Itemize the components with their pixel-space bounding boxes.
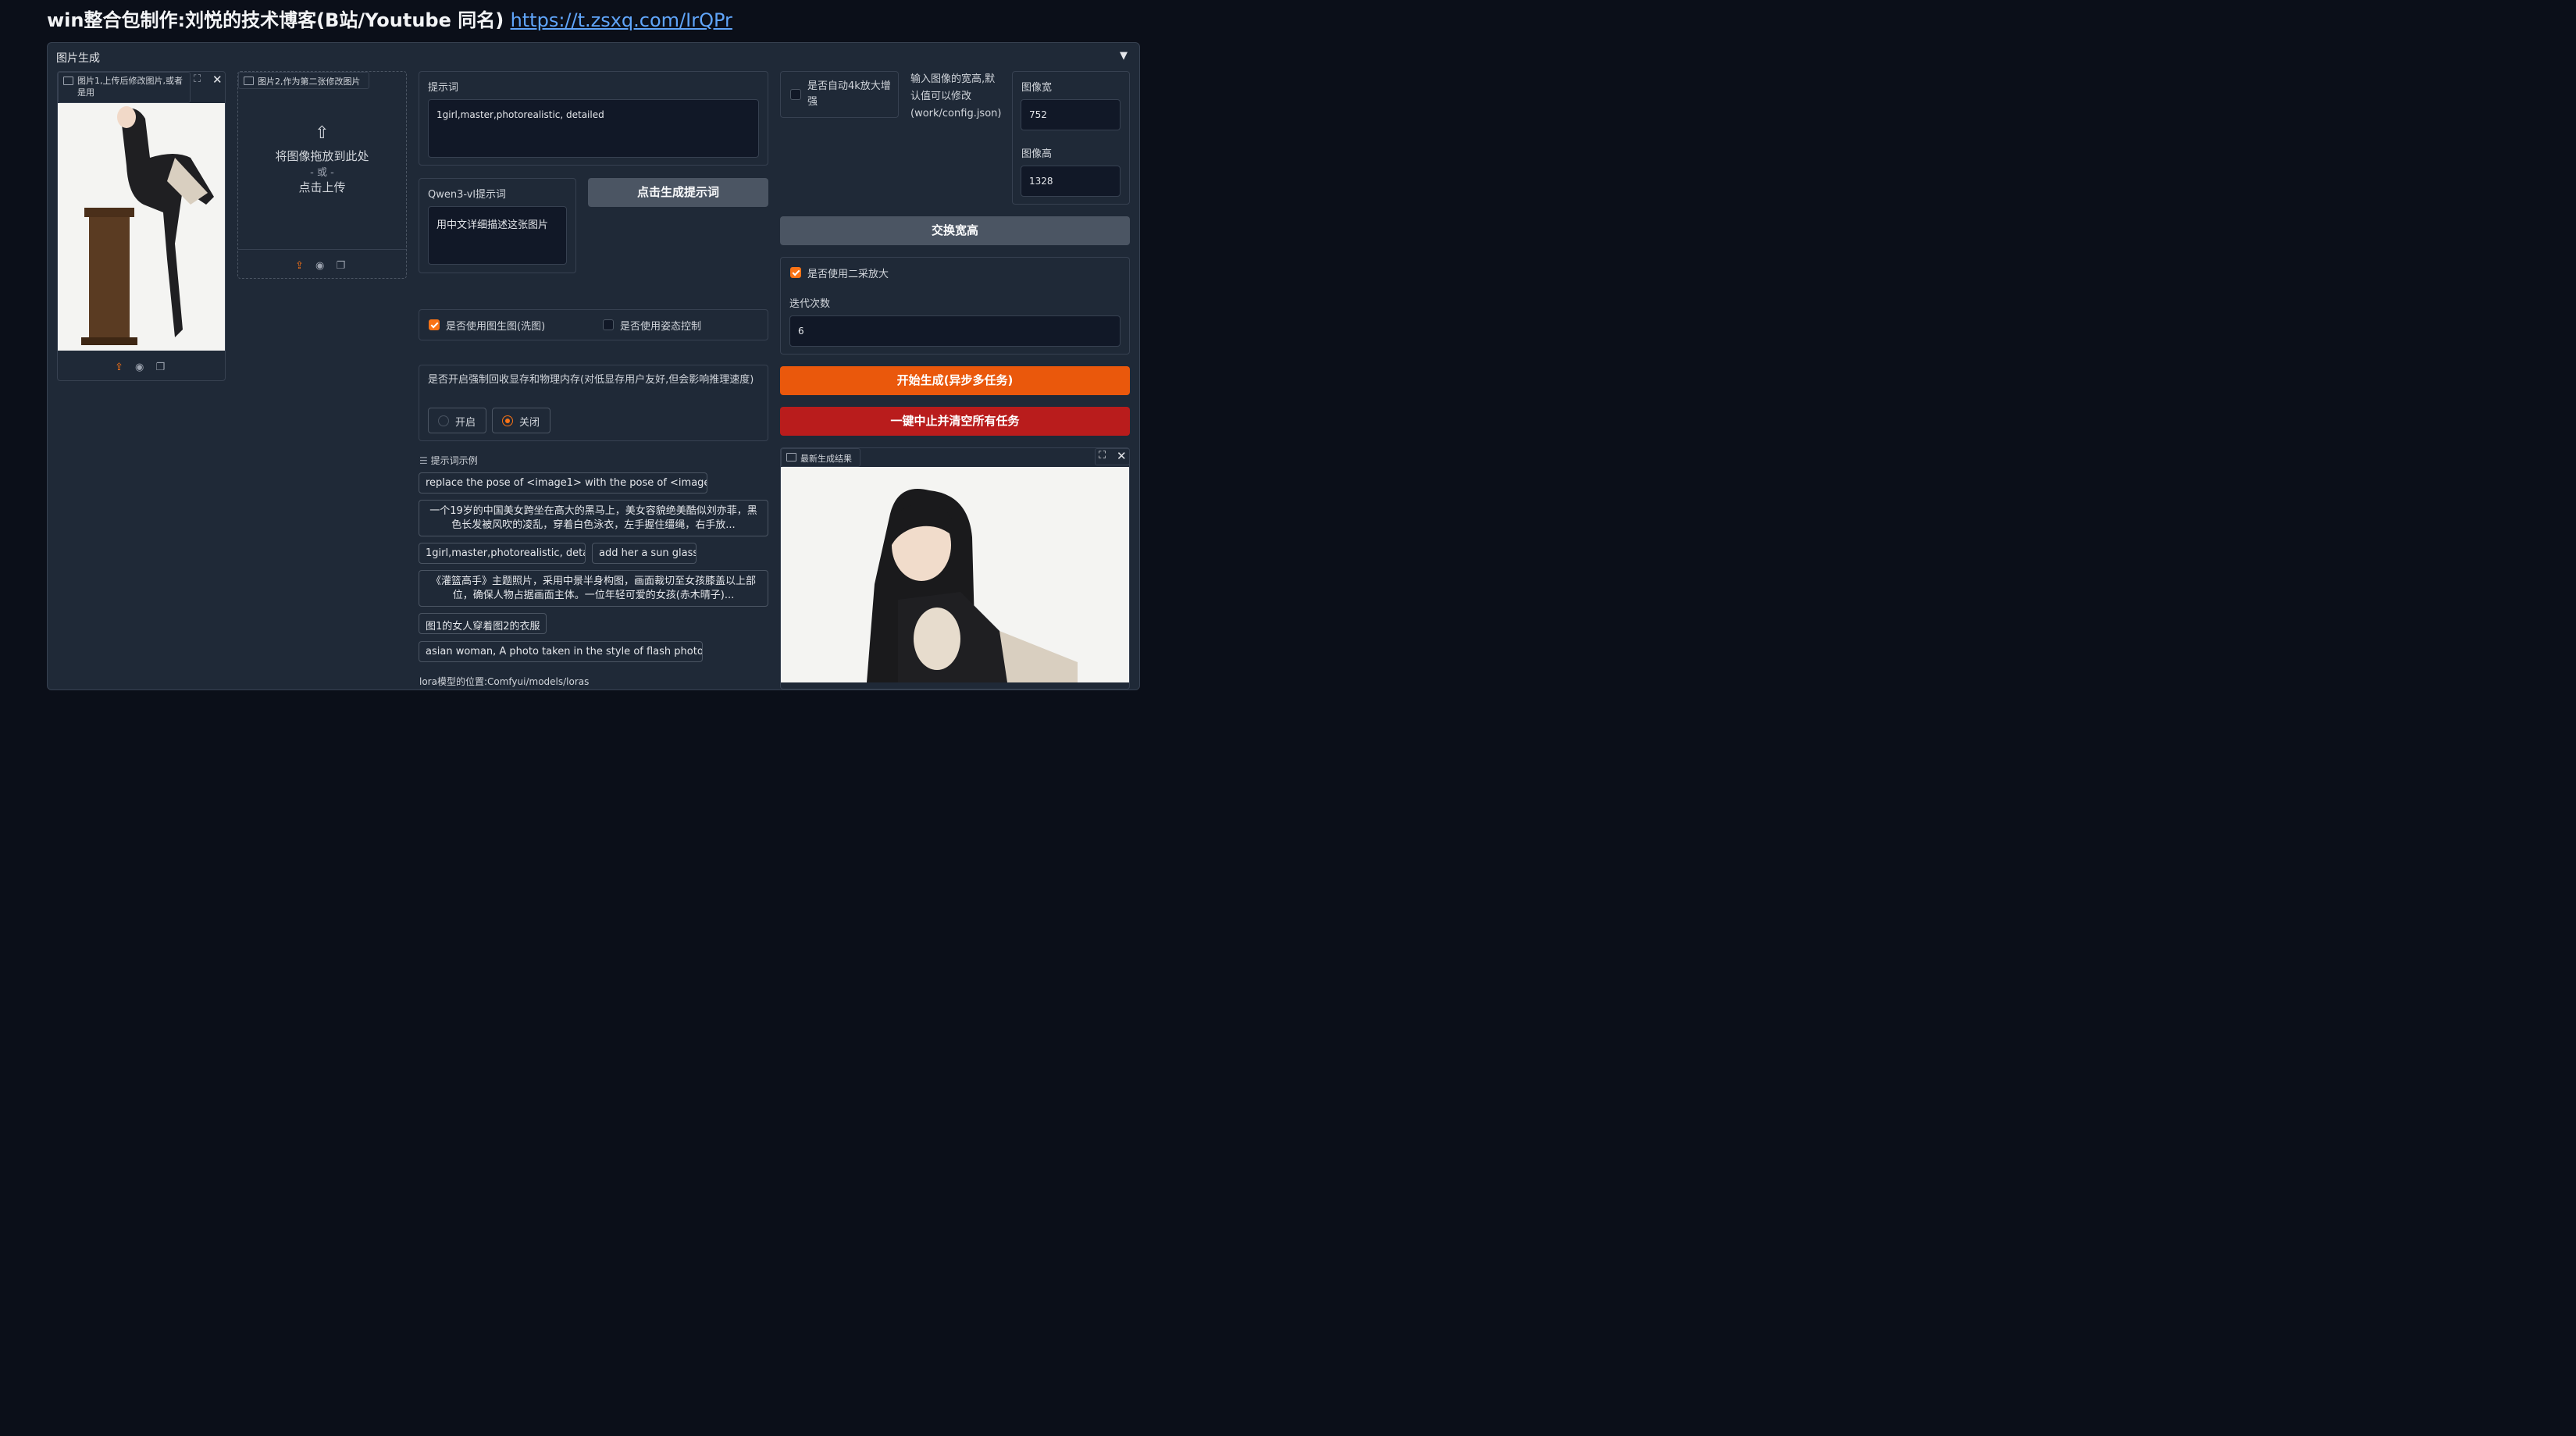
upscale4k-label: 是否自动4k放大增强 (807, 80, 891, 108)
upscale4k-checkbox[interactable] (790, 89, 801, 100)
img2img-label: 是否使用图生图(洗图) (446, 321, 546, 333)
webcam-icon[interactable]: ◉ (135, 362, 144, 373)
page-title: win整合包制作:刘悦的技术博客(B站/Youtube 同名) https://… (47, 5, 732, 32)
prompt-label: 提示词 (428, 82, 459, 94)
example-item[interactable]: add her a sun glasses (592, 543, 697, 564)
stop-all-button[interactable]: 一键中止并清空所有任务 (780, 407, 1130, 436)
drop-text: 将图像拖放到此处 (275, 149, 369, 163)
iterations-label: 迭代次数 (789, 298, 831, 310)
click-upload-text: 点击上传 (298, 180, 346, 194)
pose-checkbox[interactable] (603, 319, 614, 330)
swap-size-button[interactable]: 交换宽高 (780, 216, 1130, 245)
header-link[interactable]: https://t.zsxq.com/IrQPr (511, 9, 732, 31)
list-icon: ☰ (419, 455, 428, 466)
qwen-label: Qwen3-vl提示词 (428, 189, 507, 201)
clipboard-icon[interactable]: ❐ (155, 362, 165, 373)
fullscreen-icon[interactable]: ⛶ (1099, 450, 1106, 461)
second-pass-label: 是否使用二采放大 (807, 269, 889, 280)
title-text: win整合包制作:刘悦的技术博客(B站/Youtube 同名) (47, 9, 504, 31)
image1-preview (58, 103, 225, 351)
upload-arrow-icon: ⇧ (315, 123, 330, 143)
generate-prompt-button[interactable]: 点击生成提示词 (588, 178, 768, 207)
qwen-input[interactable]: 用中文详细描述这张图片 (428, 206, 567, 265)
collapse-icon[interactable]: ▼ (1120, 50, 1128, 62)
memory-label: 是否开启强制回收显存和物理内存(对低显存用户友好,但会影响推理速度) (428, 374, 754, 386)
example-item[interactable]: asian woman, A photo taken in the style … (419, 641, 703, 662)
example-item[interactable]: replace the pose of <image1> with the po… (419, 472, 707, 494)
upload-icon[interactable]: ⇪ (115, 362, 123, 373)
image1-toolbar: ⇪ ◉ ❐ (111, 358, 169, 373)
prompt-input[interactable]: 1girl,master,photorealistic, detailed (428, 99, 759, 158)
upload-icon[interactable]: ⇪ (295, 260, 304, 272)
image2-label: 图片2,作为第二张修改图片 (238, 72, 369, 89)
width-input[interactable]: 752 (1021, 99, 1121, 130)
start-generate-button[interactable]: 开始生成(异步多任务) (780, 366, 1130, 395)
width-label: 图像宽 (1021, 82, 1053, 94)
memory-on-label: 开启 (455, 417, 476, 429)
or-text: - 或 - (310, 167, 334, 179)
image1-label: 图片1,上传后修改图片,或者是用 (58, 72, 191, 103)
examples-header: ☰ 提示词示例 (419, 455, 478, 466)
memory-off-label: 关闭 (519, 417, 540, 429)
example-item[interactable]: 《灌篮高手》主题照片，采用中景半身构图，画面裁切至女孩膝盖以上部位，确保人物占据… (419, 570, 768, 607)
clipboard-icon[interactable]: ❐ (336, 260, 345, 272)
image2-dropzone[interactable]: ⇧ 将图像拖放到此处 - 或 - 点击上传 (238, 123, 406, 195)
memory-on-radio[interactable] (438, 415, 449, 426)
divider (238, 249, 406, 250)
close-icon[interactable]: ✕ (212, 73, 223, 87)
image-icon (244, 77, 254, 85)
result-image (781, 467, 1129, 682)
example-item[interactable]: 一个19岁的中国美女跨坐在高大的黑马上，美女容貌绝美酷似刘亦菲，黑色长发被风吹的… (419, 500, 768, 536)
height-input[interactable]: 1328 (1021, 166, 1121, 197)
panel-title: 图片生成 (56, 52, 100, 65)
result-label: 最新生成结果 (781, 448, 860, 467)
iterations-input[interactable]: 6 (789, 315, 1121, 347)
close-icon[interactable]: ✕ (1117, 449, 1127, 463)
webcam-icon[interactable]: ◉ (315, 260, 324, 272)
image-icon (786, 453, 796, 461)
lora-path-text: lora模型的位置:Comfyui/models/loras (419, 676, 590, 687)
fullscreen-icon[interactable]: ⛶ (194, 73, 201, 85)
size-hint: 输入图像的宽高,默认值可以修改(work/config.json) (910, 73, 1002, 119)
second-pass-checkbox[interactable] (790, 267, 801, 278)
image-icon (63, 77, 73, 85)
memory-off-radio[interactable] (502, 415, 513, 426)
pose-label: 是否使用姿态控制 (620, 321, 702, 333)
img2img-checkbox[interactable] (429, 319, 440, 330)
example-item[interactable]: 1girl,master,photorealistic, detailed (419, 543, 586, 564)
image2-toolbar: ⇪ ◉ ❐ (291, 257, 349, 272)
example-item[interactable]: 图1的女人穿着图2的衣服 (419, 613, 547, 634)
height-label: 图像高 (1021, 148, 1053, 160)
